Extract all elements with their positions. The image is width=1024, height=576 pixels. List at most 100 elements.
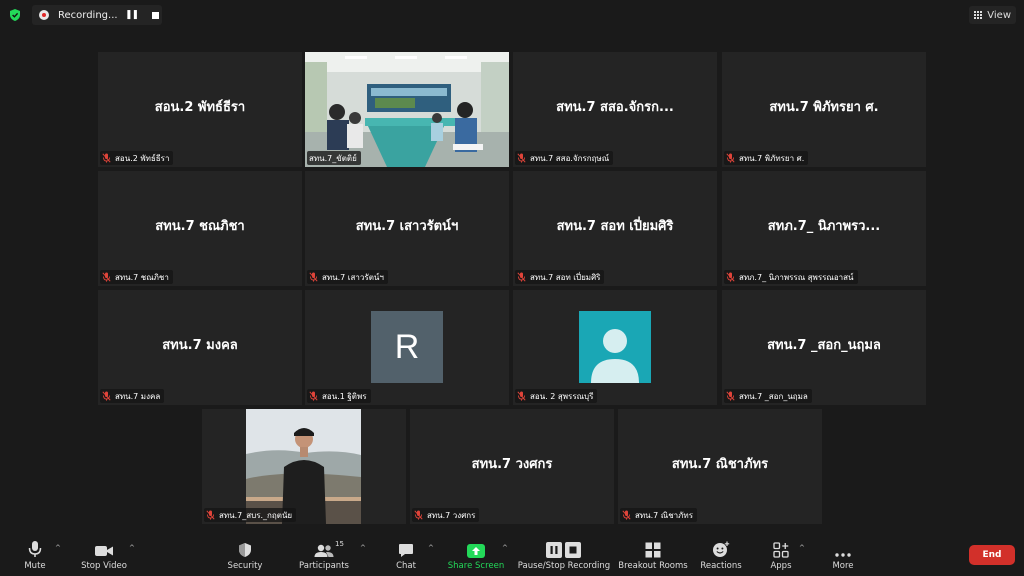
- participant-label: สทน.7 มงคล: [100, 389, 165, 403]
- participant-name: สทน.7 พิภัทรยา ศ.: [769, 100, 879, 115]
- participant-tile[interactable]: สทน.7 พิภัทรยา ศ. สทน.7 พิภัทรยา ศ.: [722, 52, 926, 167]
- security-button[interactable]: Security: [226, 536, 264, 576]
- participant-label: สทน.7 สสอ.จักรกฤษณ์: [515, 151, 614, 165]
- avatar-initial: R: [371, 311, 443, 383]
- share-screen-arrow-icon: [467, 544, 485, 558]
- end-meeting-button[interactable]: End: [969, 545, 1015, 565]
- participant-label: สทน.7_ขัตติย์: [307, 151, 361, 165]
- mute-label: Mute: [24, 561, 46, 571]
- view-button[interactable]: View: [969, 6, 1016, 24]
- chat-button[interactable]: Chat: [390, 536, 422, 576]
- participant-name: สทน.7 สอท เปี่ยมศิริ: [556, 219, 674, 234]
- mic-muted-icon: [517, 153, 526, 163]
- participant-label: สทน.7 เสาวรัตน์ฯ: [307, 270, 388, 284]
- chat-bubble-icon: [399, 544, 413, 557]
- share-options-chevron-icon[interactable]: ^: [502, 544, 508, 552]
- participant-name: สทภ.7_ นิภาพรว...: [767, 219, 881, 234]
- more-dots-icon: [835, 553, 851, 557]
- participant-tile[interactable]: สทน.7 _สอก_นฤมล สทน.7 _สอก_นฤมล: [722, 290, 926, 405]
- participant-tile[interactable]: สทน.7 วงศกร สทน.7 วงศกร: [410, 409, 614, 524]
- microphone-icon: [28, 541, 42, 557]
- pause-stop-recording-icon: [546, 542, 581, 558]
- mute-options-chevron-icon[interactable]: ^: [55, 544, 61, 552]
- mic-muted-icon: [726, 272, 735, 282]
- participant-tile[interactable]: สทน.7 สสอ.จักรก... สทน.7 สสอ.จักรกฤษณ์: [513, 52, 717, 167]
- participant-tile[interactable]: สทน.7_สบร._กฤตนัย: [202, 409, 406, 524]
- participant-video-outdoor: [246, 409, 361, 524]
- default-avatar-icon: [579, 311, 651, 383]
- security-shield-icon: [10, 9, 20, 21]
- breakout-rooms-button[interactable]: Breakout Rooms: [618, 536, 688, 576]
- participant-tile[interactable]: สทน.7 มงคล สทน.7 มงคล: [98, 290, 302, 405]
- more-label: More: [832, 561, 854, 571]
- participant-tile[interactable]: สอน.2 พัทธ์ธีรา สอน.2 พัทธ์ธีรา: [98, 52, 302, 167]
- participant-label-text: สทน.7 ชณภิชา: [115, 272, 169, 282]
- participant-label: สทภ.7_ นิภาพรรณ สุพรรณอาสน์: [724, 270, 858, 284]
- participant-label-text: สทน.7 สสอ.จักรกฤษณ์: [530, 153, 610, 163]
- participant-label-text: สอน. 2 สุพรรณบุรี: [530, 391, 594, 401]
- participant-tile[interactable]: สทน.7 สอท เปี่ยมศิริ สทน.7 สอท เปี่ยมศิร…: [513, 171, 717, 286]
- participant-label-text: สทน.7 วงศกร: [427, 510, 476, 520]
- participant-label: สอน. 2 สุพรรณบุรี: [515, 389, 598, 403]
- chat-options-chevron-icon[interactable]: ^: [428, 544, 434, 552]
- participant-label: สทน.7 _สอก_นฤมล: [724, 389, 812, 403]
- participants-options-chevron-icon[interactable]: ^: [360, 544, 366, 552]
- mic-muted-icon: [726, 391, 735, 401]
- participant-tile[interactable]: สทภ.7_ นิภาพรว... สทภ.7_ นิภาพรรณ สุพรรณ…: [722, 171, 926, 286]
- participant-name: สอน.2 พัทธ์ธีรา: [154, 100, 246, 115]
- participant-name: สทน.7 สสอ.จักรก...: [556, 100, 674, 115]
- grid-view-icon: [974, 10, 983, 20]
- mic-muted-icon: [726, 153, 735, 163]
- participant-label-text: สอน.2 พัทธ์ธีรา: [115, 153, 170, 163]
- participant-tile[interactable]: สทน.7 เสาวรัตน์ฯ สทน.7 เสาวรัตน์ฯ: [305, 171, 509, 286]
- mic-muted-icon: [309, 391, 318, 401]
- share-screen-label: Share Screen: [447, 561, 505, 571]
- security-label: Security: [227, 561, 263, 571]
- stop-video-button[interactable]: Stop Video: [78, 536, 130, 576]
- apps-button[interactable]: Apps: [766, 536, 796, 576]
- participant-tile[interactable]: สอน. 2 สุพรรณบุรี: [513, 290, 717, 405]
- participant-label-text: สอน.1 ฐิติพร: [322, 391, 367, 401]
- mic-muted-icon: [102, 153, 111, 163]
- participant-label: สอน.2 พัทธ์ธีรา: [100, 151, 174, 165]
- mute-button[interactable]: Mute: [16, 536, 54, 576]
- participant-name: สทน.7 วงศกร: [471, 457, 553, 472]
- mic-muted-icon: [309, 272, 318, 282]
- participant-name: สทน.7 ชณภิชา: [155, 219, 245, 234]
- smiley-plus-icon: [713, 541, 730, 557]
- more-button[interactable]: More: [828, 536, 858, 576]
- participant-label-text: สทน.7 _สอก_นฤมล: [739, 391, 808, 401]
- participant-tile-active-speaker[interactable]: สทน.7_ขัตติย์: [305, 52, 509, 167]
- participant-label: สอน.1 ฐิติพร: [307, 389, 371, 403]
- share-screen-button[interactable]: Share Screen: [448, 536, 504, 576]
- mic-muted-icon: [206, 510, 215, 520]
- participant-label-text: สทน.7 พิภัทรยา ศ.: [739, 153, 805, 163]
- video-camera-icon: [95, 546, 113, 556]
- breakout-rooms-label: Breakout Rooms: [618, 561, 688, 571]
- reactions-button[interactable]: Reactions: [700, 536, 742, 576]
- participant-name: สทน.7 มงคล: [162, 338, 238, 353]
- pause-recording-icon[interactable]: ❚❚: [125, 10, 139, 20]
- shield-icon: [239, 543, 251, 557]
- video-options-chevron-icon[interactable]: ^: [129, 544, 135, 552]
- participant-label: สทน.7_สบร._กฤตนัย: [204, 508, 297, 522]
- recording-dot-icon: [39, 10, 49, 20]
- participant-label: สทน.7 ชณภิชา: [100, 270, 173, 284]
- participant-label: สทน.7 วงศกร: [412, 508, 480, 522]
- apps-label: Apps: [770, 561, 792, 571]
- pause-stop-recording-button[interactable]: Pause/Stop Recording: [518, 536, 610, 576]
- mic-muted-icon: [102, 272, 111, 282]
- participant-tile[interactable]: สทน.7 ณิชาภัทร สทน.7 ณิชาภัทร: [618, 409, 822, 524]
- recording-indicator: Recording... ❚❚: [32, 5, 162, 25]
- apps-options-chevron-icon[interactable]: ^: [799, 544, 805, 552]
- participant-label: สทน.7 ณิชาภัทร: [620, 508, 697, 522]
- participant-label-text: สทน.7_สบร._กฤตนัย: [219, 510, 293, 520]
- view-label: View: [987, 9, 1011, 21]
- participants-icon: [314, 544, 334, 557]
- participant-label-text: สทน.7 ณิชาภัทร: [635, 510, 693, 520]
- participant-tile[interactable]: R สอน.1 ฐิติพร: [305, 290, 509, 405]
- participant-tile[interactable]: สทน.7 ชณภิชา สทน.7 ชณภิชา: [98, 171, 302, 286]
- breakout-rooms-icon: [645, 542, 661, 558]
- stop-recording-icon[interactable]: [152, 11, 160, 19]
- pause-stop-recording-label: Pause/Stop Recording: [517, 561, 611, 571]
